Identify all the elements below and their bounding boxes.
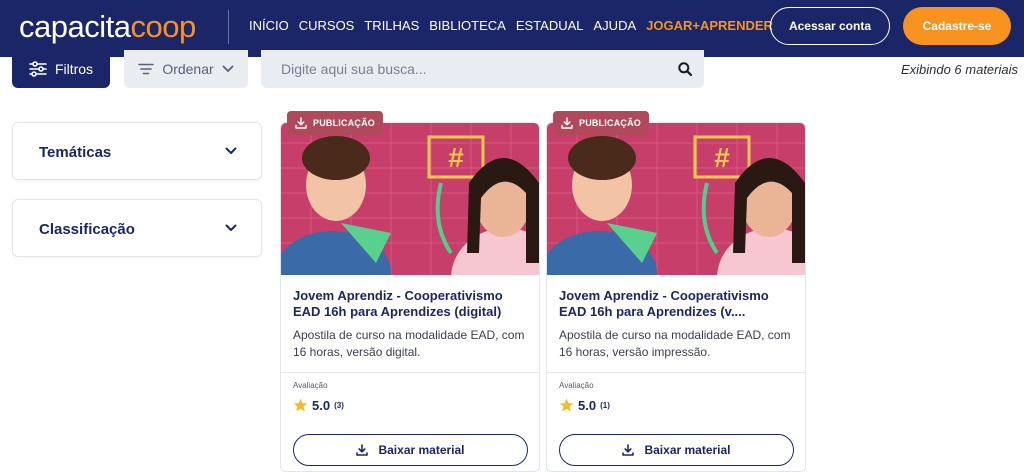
- top-header: capacita coop INÍCIO CURSOS TRILHAS BIBLI…: [0, 0, 1024, 57]
- card-thumbnail-image: #: [281, 123, 539, 275]
- rating-score: 5.0: [312, 398, 331, 413]
- header-divider: [228, 10, 229, 44]
- rating-votes: (3): [334, 401, 344, 410]
- search-input[interactable]: [261, 61, 661, 77]
- card-description: Apostila de curso na modalidade EAD, com…: [559, 328, 791, 359]
- badge-label: PUBLICAÇÃO: [313, 118, 375, 128]
- star-icon: [559, 398, 574, 412]
- download-icon: [561, 117, 573, 129]
- filters-label: Filtros: [54, 61, 94, 77]
- login-button[interactable]: Acessar conta: [770, 7, 890, 45]
- svg-text:#: #: [448, 142, 464, 173]
- card-title[interactable]: Jovem Aprendiz - Cooperativismo EAD 16h …: [293, 288, 529, 320]
- download-label: Baixar material: [378, 443, 465, 457]
- nav-item-trilhas[interactable]: TRILHAS: [364, 18, 419, 33]
- nav-item-jogar-aprender[interactable]: JOGAR+APRENDER: [646, 18, 773, 33]
- main-nav: INÍCIO CURSOS TRILHAS BIBLIOTECA ESTADUA…: [249, 18, 773, 33]
- download-material-button[interactable]: Baixar material: [559, 434, 794, 466]
- accordion-label: Classificação: [39, 221, 135, 238]
- filter-accordion-classificacao[interactable]: Classificação: [12, 199, 262, 257]
- download-icon: [622, 444, 635, 456]
- material-card[interactable]: # Jovem Aprendiz - Cooperativismo EAD 16…: [280, 122, 540, 472]
- download-label: Baixar material: [644, 443, 731, 457]
- rating-label: Avaliação: [293, 381, 328, 390]
- card-description: Apostila de curso na modalidade EAD, com…: [293, 328, 525, 359]
- rating-label: Avaliação: [559, 381, 594, 390]
- star-icon: [293, 398, 308, 412]
- chevron-down-icon: [222, 65, 234, 72]
- sort-lines-icon: [138, 63, 155, 75]
- card-divider: [547, 372, 805, 373]
- rating: 5.0 (3): [293, 398, 344, 413]
- material-card[interactable]: # Jovem Aprendiz - Cooperativismo EAD 16…: [546, 122, 806, 472]
- badge-label: PUBLICAÇÃO: [579, 118, 641, 128]
- chevron-down-icon: [225, 224, 237, 231]
- download-icon: [356, 444, 369, 456]
- chevron-down-icon: [225, 147, 237, 154]
- download-icon: [295, 117, 307, 129]
- nav-item-ajuda[interactable]: AJUDA: [594, 18, 637, 33]
- publication-badge: PUBLICAÇÃO: [553, 111, 649, 135]
- order-label: Ordenar: [162, 61, 214, 77]
- sliders-icon: [29, 61, 47, 77]
- svg-text:#: #: [714, 142, 730, 173]
- nav-item-estadual[interactable]: ESTADUAL: [516, 18, 584, 33]
- search-bar: [261, 50, 704, 88]
- card-divider: [281, 372, 539, 373]
- accordion-label: Temáticas: [39, 144, 112, 161]
- rating-score: 5.0: [578, 398, 597, 413]
- nav-item-biblioteca[interactable]: BIBLIOTECA: [429, 18, 506, 33]
- rating-votes: (1): [600, 401, 610, 410]
- download-material-button[interactable]: Baixar material: [293, 434, 528, 466]
- card-thumbnail-image: #: [547, 123, 805, 275]
- search-icon[interactable]: [678, 62, 692, 76]
- logo-text-primary: capacita: [19, 9, 131, 44]
- signup-button[interactable]: Cadastre-se: [903, 7, 1011, 45]
- capacitacoop-logo[interactable]: capacita coop: [19, 9, 196, 44]
- rating: 5.0 (1): [559, 398, 610, 413]
- nav-item-inicio[interactable]: INÍCIO: [249, 18, 289, 33]
- nav-item-cursos[interactable]: CURSOS: [299, 18, 355, 33]
- order-dropdown[interactable]: Ordenar: [124, 50, 248, 88]
- result-count: Exibindo 6 materiais: [900, 62, 1018, 77]
- publication-badge: PUBLICAÇÃO: [287, 111, 383, 135]
- filters-button[interactable]: Filtros: [12, 50, 110, 88]
- filter-accordion-tematicas[interactable]: Temáticas: [12, 122, 262, 180]
- logo-text-accent: coop: [130, 9, 196, 44]
- card-title[interactable]: Jovem Aprendiz - Cooperativismo EAD 16h …: [559, 288, 795, 320]
